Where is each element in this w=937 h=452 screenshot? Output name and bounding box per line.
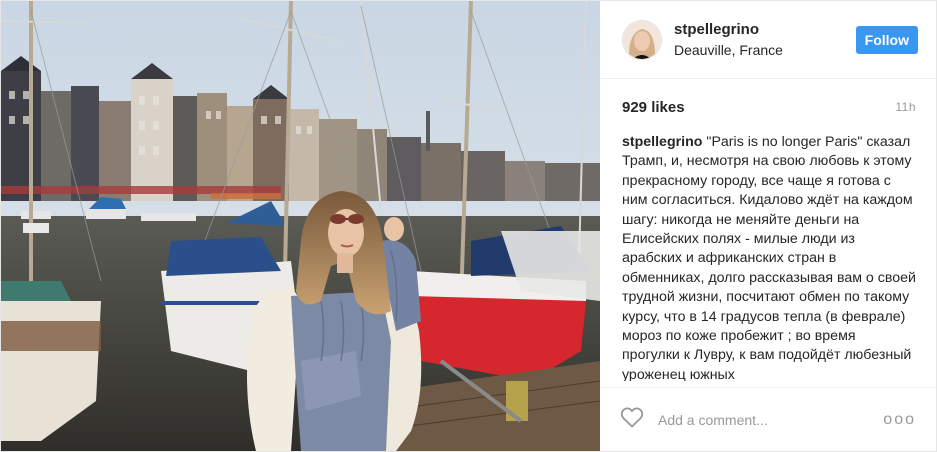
post-time[interactable]: 11h	[895, 100, 916, 114]
post-sidebar: stpellegrino Deauville, France Follow 92…	[600, 1, 936, 451]
username[interactable]: stpellegrino	[674, 21, 856, 39]
caption-username[interactable]: stpellegrino	[622, 134, 702, 150]
heart-outline-icon[interactable]	[620, 406, 656, 433]
post-header: stpellegrino Deauville, France Follow	[600, 1, 936, 79]
caption-text: "Paris is no longer Paris" сказал Трамп,…	[622, 134, 916, 381]
post-meta: 929 likes 11h	[600, 79, 936, 135]
post-photo[interactable]	[1, 1, 600, 451]
location[interactable]: Deauville, France	[674, 41, 856, 59]
more-options-icon[interactable]: ooo	[883, 411, 916, 429]
add-comment-input[interactable]	[656, 410, 884, 429]
likes-count[interactable]: 929 likes	[622, 99, 685, 116]
post-card: stpellegrino Deauville, France Follow 92…	[0, 0, 937, 452]
avatar[interactable]	[622, 19, 662, 60]
follow-button[interactable]: Follow	[855, 25, 918, 54]
post-caption: stpellegrino "Paris is no longer Paris" с…	[600, 133, 936, 381]
user-info: stpellegrino Deauville, France	[674, 21, 856, 59]
comment-bar: ooo	[600, 387, 936, 451]
